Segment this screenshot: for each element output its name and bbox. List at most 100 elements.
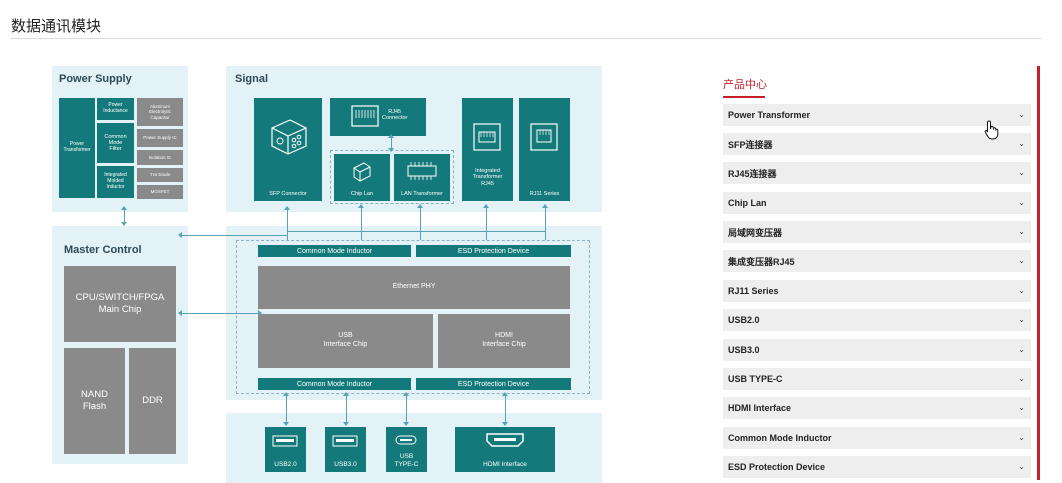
- integrated-rj45-label: Integrated Transformer RJ45: [472, 168, 503, 187]
- usb30-port-label: USB3.0: [334, 460, 357, 468]
- signal-title: Signal: [235, 73, 269, 85]
- sidebar-item[interactable]: 局域网变压器 ⌄: [723, 221, 1031, 243]
- common-mode-inductor-top: Common Mode Inductor: [258, 245, 411, 257]
- usb20-port-label: USB2.0: [274, 460, 297, 468]
- rj45-connector-icon: [351, 105, 379, 127]
- master-control-title: Master Control: [64, 244, 142, 256]
- signal-panel: Signal SFP Connector RJ45 Connector Chip…: [226, 66, 602, 212]
- sidebar-item[interactable]: Common Mode Inductor ⌄: [723, 427, 1031, 449]
- rj45-connector-label: RJ45 Connector: [382, 109, 408, 122]
- block-diagram: Power Supply Power Transformer Power Ind…: [0, 0, 700, 483]
- usb30-port-box: USB3.0: [325, 427, 366, 472]
- sidebar-item-label: HDMI Interface: [728, 403, 792, 413]
- lan-transformer-label: LAN Transformer: [401, 190, 443, 197]
- usb-port-icon: [332, 435, 358, 447]
- power-supply-panel: Power Supply Power Transformer Power Ind…: [52, 66, 188, 212]
- connector-line: [403, 392, 409, 426]
- integrated-rj45-box: Integrated Transformer RJ45: [462, 98, 513, 201]
- connector-line: [283, 392, 289, 426]
- sidebar-scrollbar[interactable]: [1037, 66, 1040, 480]
- isolation-ic-box: Isolation IC: [137, 150, 183, 165]
- tab-active-underline: [723, 96, 765, 98]
- usbc-port-label: USB TYPE-C: [394, 453, 419, 468]
- sidebar-item[interactable]: HDMI Interface ⌄: [723, 397, 1031, 419]
- sidebar-item-label: SFP连接器: [728, 139, 773, 150]
- sidebar-item[interactable]: RJ45连接器 ⌄: [723, 162, 1031, 184]
- aluminum-capacitor-box: Aluminum Electrolytic Capacitor: [137, 98, 183, 126]
- hdmi-port-box: HDMI Interface: [455, 427, 555, 472]
- power-transformer-box: Power Transformer: [59, 98, 95, 198]
- sidebar-item-label: ESD Protection Device: [728, 462, 826, 472]
- integrated-molded-inductor-box: Integrated Molded Inductor: [97, 166, 134, 198]
- common-mode-inductor-bottom: Common Mode Inductor: [258, 378, 411, 390]
- sidebar-item-label: Power Transformer: [728, 110, 811, 120]
- connector-line: [358, 204, 364, 240]
- usb-interface-chip-box: USB Interface Chip: [258, 314, 433, 368]
- sidebar-item-label: RJ11 Series: [728, 286, 779, 296]
- tab-product-center[interactable]: 产品中心: [723, 76, 767, 92]
- nand-flash-box: NAND Flash: [64, 348, 125, 454]
- rj11-icon: [530, 123, 558, 151]
- connector-line: [502, 392, 508, 426]
- ddr-box: DDR: [129, 348, 176, 454]
- hdmi-port-icon: [486, 433, 524, 447]
- integrated-rj45-icon: [473, 123, 501, 151]
- chevron-down-icon: ⌄: [1018, 168, 1025, 177]
- rj11-box: RJ11 Series: [519, 98, 570, 201]
- chevron-down-icon: ⌄: [1018, 433, 1025, 442]
- connector-line: [284, 206, 290, 240]
- sidebar-item[interactable]: 集成变压器RJ45 ⌄: [723, 250, 1031, 272]
- sidebar-item[interactable]: USB2.0 ⌄: [723, 309, 1031, 331]
- chevron-down-icon: ⌄: [1018, 374, 1025, 383]
- connector-line: [388, 134, 394, 152]
- lan-transformer-icon: [407, 162, 437, 180]
- connector-line: [287, 231, 545, 232]
- rj45-connector-box: RJ45 Connector: [330, 98, 426, 136]
- common-mode-filter-box: Common Mode Filter: [97, 123, 134, 163]
- sidebar-item[interactable]: USB TYPE-C ⌄: [723, 368, 1031, 390]
- chip-lan-label: Chip Lan: [350, 190, 374, 197]
- hand-cursor-icon: [984, 120, 999, 140]
- chevron-down-icon: ⌄: [1018, 462, 1025, 471]
- sidebar-item-label: Common Mode Inductor: [728, 433, 832, 443]
- connector-line: [417, 204, 423, 240]
- ethernet-phy-box: Ethernet PHY: [258, 266, 570, 309]
- usbc-port-icon: [395, 435, 417, 445]
- esd-protection-top: ESD Protection Device: [416, 245, 571, 257]
- sidebar-item-label: 局域网变压器: [728, 227, 783, 238]
- chevron-down-icon: ⌄: [1018, 139, 1025, 148]
- usb20-port-box: USB2.0: [265, 427, 306, 472]
- chevron-down-icon: ⌄: [1018, 286, 1025, 295]
- connector-line: [343, 392, 349, 426]
- sidebar-item-label: 集成变压器RJ45: [728, 256, 795, 267]
- mosfet-box: MOSFET: [137, 185, 183, 199]
- hdmi-interface-chip-box: HDMI Interface Chip: [438, 314, 570, 368]
- sfp-connector-label: SFP Connector: [269, 190, 307, 197]
- chevron-down-icon: ⌄: [1018, 345, 1025, 354]
- connector-line: [542, 204, 548, 240]
- sidebar-item[interactable]: ESD Protection Device ⌄: [723, 456, 1031, 478]
- main-chip-box: CPU/SWITCH/FPGA Main Chip: [64, 266, 176, 342]
- chip-lan-box: Chip Lan: [334, 154, 390, 201]
- connector-line: [178, 310, 262, 316]
- chevron-down-icon: ⌄: [1018, 256, 1025, 265]
- chevron-down-icon: ⌄: [1018, 403, 1025, 412]
- sidebar-item-label: USB TYPE-C: [728, 374, 783, 384]
- tvs-diode-box: Tvs Diode: [137, 168, 183, 182]
- chevron-down-icon: ⌄: [1018, 227, 1025, 236]
- sidebar-item[interactable]: USB3.0 ⌄: [723, 339, 1031, 361]
- usb-port-icon: [272, 435, 298, 447]
- power-supply-title: Power Supply: [59, 73, 132, 85]
- connector-line: [121, 206, 127, 226]
- connector-line: [483, 204, 489, 240]
- sidebar-item-label: RJ45连接器: [728, 168, 777, 179]
- sidebar-item-label: Chip Lan: [728, 198, 767, 208]
- esd-protection-bottom: ESD Protection Device: [416, 378, 571, 390]
- master-control-panel: Master Control CPU/SWITCH/FPGA Main Chip…: [52, 226, 188, 464]
- rj11-label: RJ11 Series: [529, 190, 560, 197]
- sidebar-item[interactable]: Chip Lan ⌄: [723, 192, 1031, 214]
- lan-transformer-box: LAN Transformer: [394, 154, 450, 201]
- hdmi-port-label: HDMI Interface: [483, 460, 527, 468]
- sidebar-item[interactable]: RJ11 Series ⌄: [723, 280, 1031, 302]
- sfp-connector-icon: [271, 119, 307, 155]
